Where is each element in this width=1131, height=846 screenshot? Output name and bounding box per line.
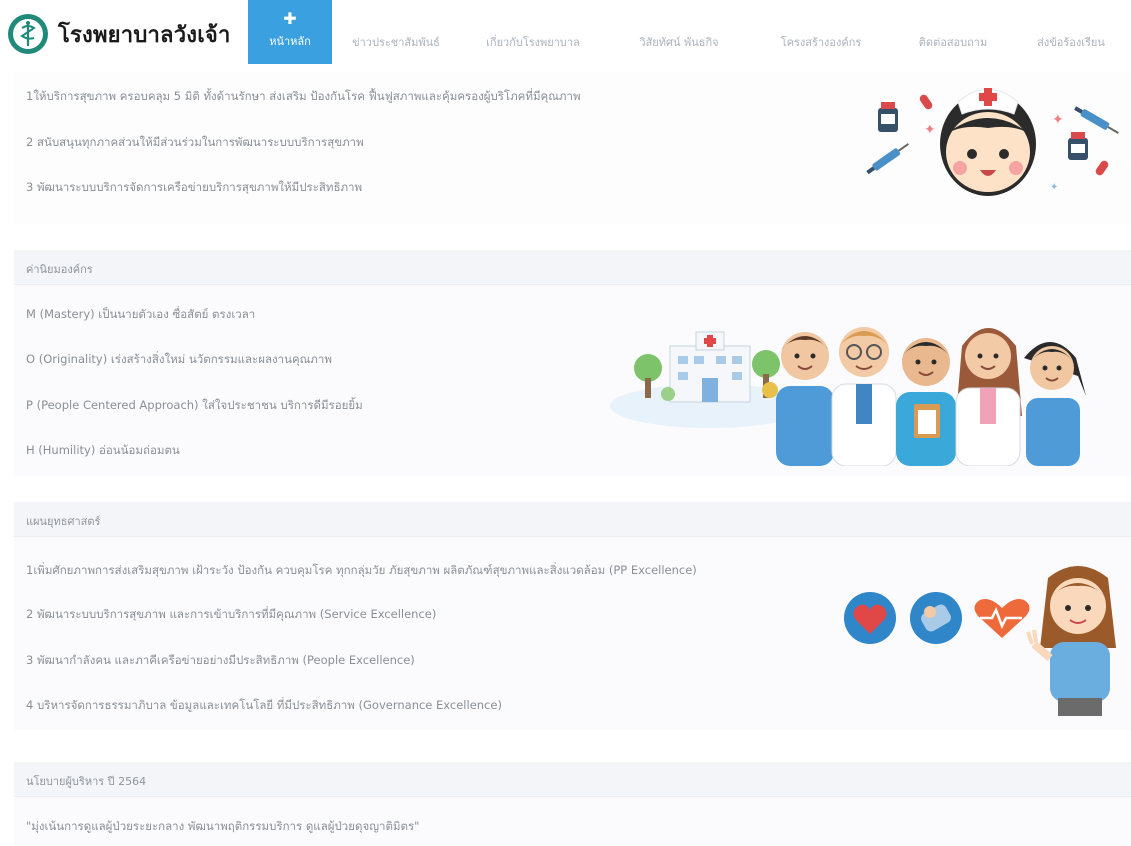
health-icons [844, 592, 1030, 644]
strategy-item: 2 พัฒนาระบบบริการสุขภาพ และการเข้าบริการ… [26, 607, 437, 621]
strategy-item: 1เพิ่มศักยภาพการส่งเสริมสุขภาพ เฝ้าระวัง… [26, 563, 697, 577]
strategy-item: 3 พัฒนากำลังคน และภาคีเครือข่ายอย่างมีปร… [26, 653, 415, 667]
values-section: ค่านิยมองค์กร M (Mastery) เป็นนายตัวเอง … [14, 250, 1131, 476]
svg-text:✦: ✦ [1052, 112, 1064, 128]
nav-news-label: ข่าวประชาสัมพันธ์ [352, 36, 440, 49]
brand-name: โรงพยาบาลวังเจ้า [58, 22, 231, 48]
value-item: H (Humility) อ่อนน้อมถ่อมตน [26, 443, 180, 457]
nav-complaint[interactable]: ส่งข้อร้องเรียน [1016, 20, 1126, 64]
nav-home-label: หน้าหลัก [269, 35, 311, 48]
nav-complaint-label: ส่งข้อร้องเรียน [1037, 36, 1105, 49]
values-header: ค่านิยมองค์กร [14, 250, 1131, 285]
nav-vision[interactable]: วิสัยทัศน์ พันธกิจ [606, 20, 752, 64]
nav-structure-label: โครงสร้างองค์กร [780, 36, 862, 49]
nav-vision-label: วิสัยทัศน์ พันธกิจ [639, 36, 719, 49]
svg-text:✦: ✦ [1050, 182, 1058, 193]
policy-title: นโยบายผู้บริหาร ปี 2564 [26, 775, 147, 788]
girl-illustration [1026, 566, 1116, 716]
nav-contact[interactable]: ติดต่อสอบถาม [890, 20, 1016, 64]
nurse-illustration: ✦ ✦ ✦ [866, 88, 1119, 196]
strategy-header: แผนยุทธศาสตร์ [14, 502, 1131, 537]
values-title: ค่านิยมองค์กร [26, 263, 93, 276]
policy-text: "มุ่งเน้นการดูแลผู้ป่วยระยะกลาง พัฒนาพฤต… [26, 819, 420, 833]
mission-item: 2 สนับสนุนทุกภาคส่วนให้มีส่วนร่วมในการพั… [26, 135, 364, 149]
policy-header: นโยบายผู้บริหาร ปี 2564 [14, 762, 1131, 797]
page: โรงพยาบาลวังเจ้า ✚ หน้าหลัก ข่าวประชาสัม… [0, 0, 1131, 846]
nav-contact-label: ติดต่อสอบถาม [918, 36, 988, 49]
svg-text:✦: ✦ [924, 122, 936, 138]
site-header: โรงพยาบาลวังเจ้า ✚ หน้าหลัก ข่าวประชาสัม… [0, 0, 1131, 72]
mission-section: 1ให้บริการสุขภาพ ครอบคลุม 5 มิติ ทั้งด้า… [14, 72, 1131, 224]
nav-structure[interactable]: โครงสร้างองค์กร [752, 20, 890, 64]
brand[interactable]: โรงพยาบาลวังเจ้า [8, 12, 231, 56]
strategy-item: 4 บริหารจัดการธรรมาภิบาล ข้อมูลและเทคโนโ… [26, 698, 502, 712]
strategy-title: แผนยุทธศาสตร์ [26, 515, 101, 528]
main-nav: ✚ หน้าหลัก ข่าวประชาสัมพันธ์ เกี่ยวกับโร… [248, 0, 1126, 64]
nav-about[interactable]: เกี่ยวกับโรงพยาบาล [460, 20, 606, 64]
nav-news[interactable]: ข่าวประชาสัมพันธ์ [332, 20, 460, 64]
mission-item: 3 พัฒนาระบบบริการจัดการเครือข่ายบริการสุ… [26, 180, 363, 194]
strategy-section: แผนยุทธศาสตร์ 1เพิ่มศักยภาพการส่งเสริมสุ… [14, 502, 1131, 730]
hospital-logo-icon [8, 14, 48, 54]
policy-section: นโยบายผู้บริหาร ปี 2564 "มุ่งเน้นการดูแล… [14, 762, 1131, 846]
value-item: P (People Centered Approach) ใส่ใจประชาช… [26, 398, 363, 412]
medical-staff-illustration [610, 327, 1086, 466]
value-item: O (Originality) เร่งสร้างสิ่งใหม่ นวัตกร… [26, 352, 332, 366]
mission-item: 1ให้บริการสุขภาพ ครอบคลุม 5 มิติ ทั้งด้า… [26, 89, 581, 103]
plus-icon: ✚ [283, 9, 297, 28]
nav-home[interactable]: ✚ หน้าหลัก [248, 0, 332, 64]
value-item: M (Mastery) เป็นนายตัวเอง ซื่อสัตย์ ตรงเ… [26, 307, 256, 321]
nav-about-label: เกี่ยวกับโรงพยาบาล [486, 36, 580, 49]
